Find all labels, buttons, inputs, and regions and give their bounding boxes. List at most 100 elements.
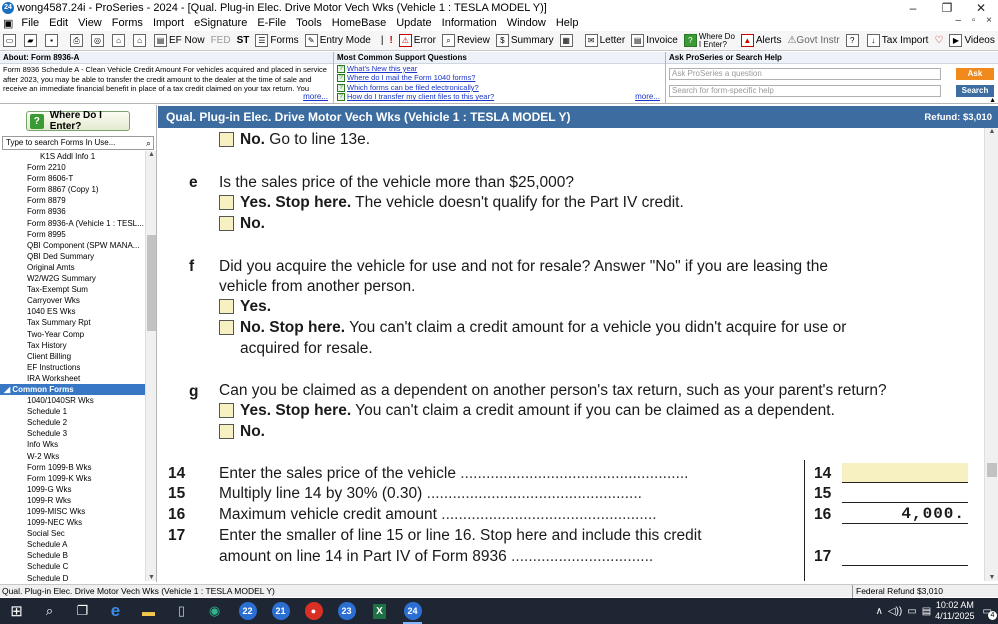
line14-amount-input[interactable] xyxy=(842,463,968,483)
bar-icon[interactable]: | xyxy=(378,32,387,50)
file-explorer-icon[interactable]: ▬ xyxy=(132,598,165,624)
menu-homebase[interactable]: HomeBase xyxy=(327,17,391,29)
search-help-input[interactable]: Search for form-specific help xyxy=(669,85,941,97)
proseries-2023-icon[interactable]: 23 xyxy=(330,598,363,624)
sidebar-form-item[interactable]: Original Amts xyxy=(0,262,145,273)
search-help-button[interactable]: Search xyxy=(956,85,994,97)
menu-help[interactable]: Help xyxy=(551,17,584,29)
summary-button[interactable]: $ Summary xyxy=(493,32,557,50)
save-icon[interactable]: ▪ xyxy=(42,32,63,50)
line13e-yes-checkbox[interactable] xyxy=(219,195,234,210)
fed-button[interactable]: FED xyxy=(208,32,234,50)
new-file-icon[interactable]: ▭ xyxy=(0,32,21,50)
line13g-no-checkbox[interactable] xyxy=(219,424,234,439)
excel-icon[interactable]: X xyxy=(363,598,396,624)
error-button[interactable]: ⚠ Error xyxy=(396,32,439,50)
sidebar-form-item[interactable]: Client Billing xyxy=(0,351,145,362)
search-icon[interactable]: ⌕ xyxy=(33,598,66,624)
sidebar-form-item[interactable]: Carryover Wks xyxy=(0,295,145,306)
print-icon[interactable]: ⎙ xyxy=(67,32,88,50)
minimize-button[interactable]: – xyxy=(896,1,930,15)
sidebar-common-form-item[interactable]: Schedule 1 xyxy=(0,406,145,417)
line13g-yes-checkbox[interactable] xyxy=(219,403,234,418)
about-more-link[interactable]: more... xyxy=(303,92,328,101)
sidebar-common-form-item[interactable]: Schedule B xyxy=(0,550,145,561)
notepad-icon[interactable]: ▯ xyxy=(165,598,198,624)
sidebar-form-item[interactable]: EF Instructions xyxy=(0,362,145,373)
sidebar-common-form-item[interactable]: Form 1099-B Wks xyxy=(0,462,145,473)
calculator-icon[interactable]: ▦ xyxy=(557,32,578,50)
chevron-up-icon[interactable]: ∧ xyxy=(876,606,883,617)
scroll-thumb[interactable] xyxy=(987,463,997,477)
exclamation-icon[interactable]: ! xyxy=(386,32,395,50)
sidebar-form-item[interactable]: Form 8936 xyxy=(0,206,145,217)
search-icon[interactable]: ⌕ xyxy=(146,137,151,149)
sidebar-form-item[interactable]: K1S Addl Info 1 xyxy=(0,151,145,162)
sidebar-form-item[interactable]: QBI Ded Summary xyxy=(0,251,145,262)
sidebar-form-item[interactable]: Tax-Exempt Sum xyxy=(0,284,145,295)
invoice-button[interactable]: ▤ Invoice xyxy=(628,32,681,50)
notifications-icon[interactable]: ▭ 4 xyxy=(983,606,997,620)
sidebar-form-item[interactable]: 1040 ES Wks xyxy=(0,306,145,317)
sidebar-form-item[interactable]: Form 2210 xyxy=(0,162,145,173)
menu-icon[interactable]: ▣ xyxy=(0,17,16,30)
clock[interactable]: 10:02 AM 4/11/2025 xyxy=(935,600,974,622)
globe-icon[interactable]: ◎ xyxy=(88,32,109,50)
sidebar-form-item[interactable]: Form 8879 xyxy=(0,195,145,206)
sidebar-form-item[interactable]: Tax Summary Rpt xyxy=(0,317,145,328)
sidebar-common-form-item[interactable]: Schedule D xyxy=(0,573,145,581)
support-link[interactable]: Where do I mail the Form 1040 forms? xyxy=(347,73,475,83)
alerts-button[interactable]: ▲ Alerts xyxy=(738,32,785,50)
menu-efile[interactable]: E-File xyxy=(252,17,291,29)
scroll-thumb[interactable] xyxy=(147,235,156,331)
menu-information[interactable]: Information xyxy=(437,17,502,29)
ask-button[interactable]: Ask xyxy=(956,68,994,80)
menu-edit[interactable]: Edit xyxy=(44,17,73,29)
line13d-no-checkbox[interactable] xyxy=(219,132,234,147)
proseries-2021-icon[interactable]: 21 xyxy=(264,598,297,624)
sidebar-form-item[interactable]: Tax History xyxy=(0,340,145,351)
home-icon[interactable]: ⌂ xyxy=(109,32,130,50)
proseries-2024-icon[interactable]: 24 xyxy=(396,598,429,624)
sidebar-common-form-item[interactable]: Schedule 2 xyxy=(0,417,145,428)
support-link[interactable]: Which forms can be filed electronically? xyxy=(347,83,479,93)
scroll-up-icon[interactable]: ▲ xyxy=(985,128,998,135)
common-forms-header[interactable]: ◢ Common Forms xyxy=(0,383,145,396)
sidebar-common-form-item[interactable]: Schedule C xyxy=(0,561,145,572)
forms-search-input[interactable]: Type to search Forms In Use... ⌕ xyxy=(2,136,154,150)
keyboard-icon[interactable]: ▤ xyxy=(922,606,931,617)
sidebar-scrollbar[interactable]: ▲ ▼ xyxy=(145,151,156,581)
mdi-window-controls[interactable]: – ▫ × xyxy=(955,15,996,26)
collapse-chevron-icon[interactable]: ▲ xyxy=(989,97,996,104)
menu-window[interactable]: Window xyxy=(502,17,551,29)
forms-button[interactable]: ☰ Forms xyxy=(252,32,301,50)
support-link[interactable]: How do I transfer my client files to thi… xyxy=(347,92,494,102)
sidebar-form-item[interactable]: Form 8867 (Copy 1) xyxy=(0,184,145,195)
sidebar-common-form-item[interactable]: 1099-G Wks xyxy=(0,484,145,495)
edge-legacy-icon[interactable]: e xyxy=(99,598,132,624)
videos-button[interactable]: ▶ Videos xyxy=(946,32,997,50)
menu-tools[interactable]: Tools xyxy=(291,17,327,29)
line13e-no-checkbox[interactable] xyxy=(219,216,234,231)
homebase-icon[interactable]: ⌂ xyxy=(130,32,151,50)
scroll-down-icon[interactable]: ▼ xyxy=(146,574,157,581)
st-button[interactable]: ST xyxy=(234,32,253,50)
support-link[interactable]: What's New this year xyxy=(347,64,417,74)
sidebar-common-form-item[interactable]: 1040/1040SR Wks xyxy=(0,395,145,406)
sidebar-common-form-item[interactable]: Schedule 3 xyxy=(0,428,145,439)
letter-button[interactable]: ✉ Letter xyxy=(582,32,629,50)
task-view-icon[interactable]: ❐ xyxy=(66,598,99,624)
sidebar-common-form-item[interactable]: W-2 Wks xyxy=(0,451,145,462)
ef-now-button[interactable]: ▤ EF Now xyxy=(151,32,208,50)
review-button[interactable]: ⌕ Review xyxy=(439,32,493,50)
menu-esignature[interactable]: eSignature xyxy=(189,17,252,29)
where-do-i-enter-button[interactable]: ? Where Do I Enter? xyxy=(681,32,738,50)
line13f-yes-checkbox[interactable] xyxy=(219,299,234,314)
volume-icon[interactable]: ◁)) xyxy=(888,606,902,617)
sidebar-form-item[interactable]: Form 8606-T xyxy=(0,173,145,184)
sidebar-form-item[interactable]: Form 8995 xyxy=(0,229,145,240)
edge-icon[interactable]: ◉ xyxy=(198,598,231,624)
help-icon[interactable]: ? xyxy=(843,32,864,50)
windows-start-icon[interactable]: ⊞ xyxy=(0,598,33,624)
support-more-link[interactable]: more... xyxy=(635,92,660,101)
